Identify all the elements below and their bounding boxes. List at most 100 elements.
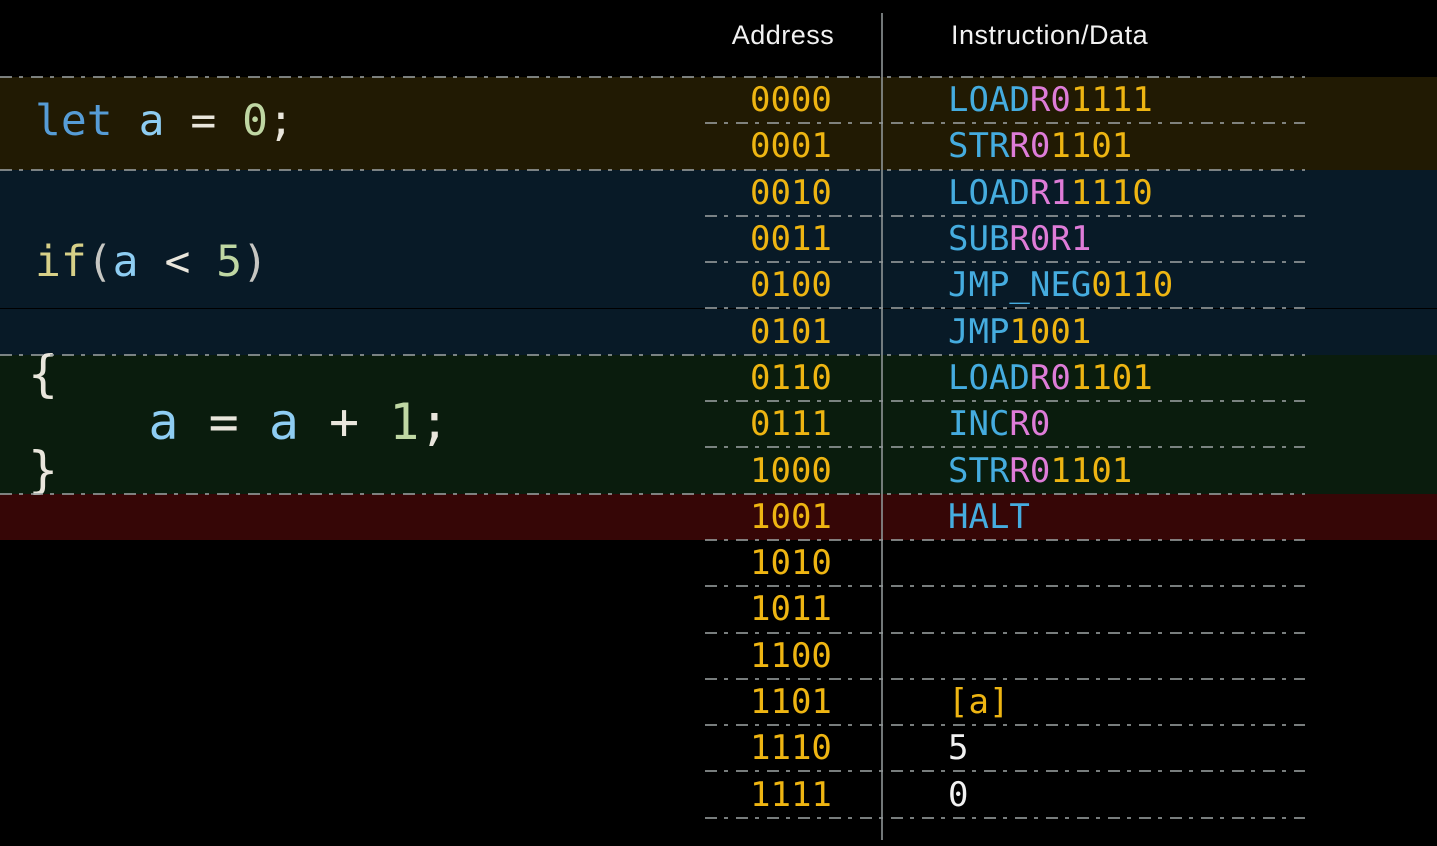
table-row: 1001 HALT — [0, 494, 1437, 540]
token-var: a — [269, 393, 299, 451]
token-num: 1 — [389, 393, 419, 451]
row-separator — [705, 400, 1305, 402]
address-cell: 0000 — [750, 77, 832, 123]
address-cell: 1011 — [750, 586, 832, 632]
token-mnemonic: STR — [948, 451, 1009, 491]
token-mnemonic: STR — [948, 126, 1009, 166]
token-num: 0 — [242, 96, 268, 146]
token-kw: let — [35, 96, 113, 146]
column-header-instruction: Instruction/Data — [951, 20, 1148, 51]
token-register: R0 — [1009, 126, 1050, 166]
memory-mapping-diagram: Address Instruction/Data 0000LOAD R0 111… — [0, 0, 1437, 846]
row-separator — [705, 122, 1305, 124]
row-separator — [705, 539, 1305, 541]
address-cell: 0101 — [750, 309, 832, 355]
instruction-cell: LOAD R0 1111 — [948, 77, 1153, 123]
address-cell: 1100 — [750, 633, 832, 679]
instruction-cell: LOAD R1 1110 — [948, 170, 1153, 216]
token-register: R1 — [1030, 173, 1071, 213]
row-separator — [705, 724, 1305, 726]
address-cell: 1001 — [750, 494, 832, 540]
instruction-cell: JMP 1001 — [948, 309, 1091, 355]
address-cell: 0011 — [750, 216, 832, 262]
token-pg: ) — [242, 237, 268, 287]
token-binary: 0110 — [1091, 265, 1173, 305]
address-cell: 0110 — [750, 355, 832, 401]
token-register: R0 — [1030, 80, 1071, 120]
token-p: } — [28, 441, 58, 499]
token-p: < — [139, 237, 217, 287]
code-line: if(a < 5) — [35, 237, 268, 287]
token-p: ; — [419, 393, 449, 451]
instruction-cell: LOAD R0 1101 — [948, 355, 1153, 401]
token-mnemonic: INC — [948, 404, 1009, 444]
token-binary: 1101 — [1050, 126, 1132, 166]
token-binary: 1101 — [1071, 358, 1153, 398]
code-line: { — [28, 350, 449, 398]
address-cell: 1110 — [750, 725, 832, 771]
code-line: a = a + 1; — [28, 398, 449, 446]
instruction-cell: 0 — [948, 772, 968, 818]
token-binary: 1111 — [1071, 80, 1153, 120]
instruction-cell: [a] — [948, 679, 1009, 725]
address-cell: 0100 — [750, 262, 832, 308]
instruction-cell: HALT — [948, 494, 1030, 540]
row-separator — [705, 632, 1305, 634]
code-line: let a = 0; — [35, 96, 294, 146]
address-cell: 0111 — [750, 401, 832, 447]
row-separator — [705, 261, 1305, 263]
token-kwy: if — [35, 237, 87, 287]
row-separator — [705, 770, 1305, 772]
code-snippet-let-statement: let a = 0; — [35, 96, 294, 146]
address-cell: 0001 — [750, 123, 832, 169]
address-cell: 1000 — [750, 447, 832, 493]
token-p: + — [299, 393, 389, 451]
token-binary: 1110 — [1071, 173, 1153, 213]
token-mnemonic: HALT — [948, 497, 1030, 537]
row-separator — [0, 493, 1305, 495]
token-var: a — [148, 393, 178, 451]
token-register: R1 — [1050, 219, 1091, 259]
address-cell: 1111 — [750, 772, 832, 818]
row-separator — [705, 307, 1305, 309]
table-row: 1100 — [0, 633, 1437, 679]
token-mnemonic: LOAD — [948, 80, 1030, 120]
token-value: 5 — [948, 728, 968, 768]
row-separator — [0, 354, 1305, 356]
token-p: ; — [268, 96, 294, 146]
token-register: R0 — [1009, 451, 1050, 491]
token-p: = — [164, 96, 242, 146]
table-row: 0010LOAD R1 1110 — [0, 170, 1437, 216]
table-row: 1010 — [0, 540, 1437, 586]
token-p — [113, 96, 139, 146]
token-mnemonic: JMP — [948, 312, 1009, 352]
row-separator — [705, 678, 1305, 680]
row-separator — [705, 585, 1305, 587]
instruction-cell: INC R0 — [948, 401, 1050, 447]
instruction-cell: SUB R0 R1 — [948, 216, 1091, 262]
token-var: a — [113, 237, 139, 287]
column-divider — [881, 13, 883, 840]
row-separator — [0, 169, 1305, 171]
token-register: R0 — [1009, 404, 1050, 444]
token-register: R0 — [1009, 219, 1050, 259]
instruction-cell: STR R0 1101 — [948, 447, 1132, 493]
table-row: 1101[a] — [0, 679, 1437, 725]
table-row: 1111 0 — [0, 772, 1437, 818]
table-top-separator — [0, 76, 1305, 78]
instruction-cell: 5 — [948, 725, 968, 771]
code-snippet-loop-body: { a = a + 1;} — [28, 350, 449, 494]
table-row: 0101 JMP 1001 — [0, 309, 1437, 355]
row-separator — [705, 215, 1305, 217]
row-separator — [705, 817, 1305, 819]
token-binary: [a] — [948, 682, 1009, 722]
token-binary: 1001 — [1009, 312, 1091, 352]
token-binary: 1101 — [1050, 451, 1132, 491]
token-num: 5 — [216, 237, 242, 287]
row-separator — [705, 446, 1305, 448]
token-pg: ( — [87, 237, 113, 287]
instruction-cell: JMP_NEG 0110 — [948, 262, 1173, 308]
token-p: = — [179, 393, 269, 451]
token-mnemonic: JMP_NEG — [948, 265, 1091, 305]
token-mnemonic: LOAD — [948, 173, 1030, 213]
